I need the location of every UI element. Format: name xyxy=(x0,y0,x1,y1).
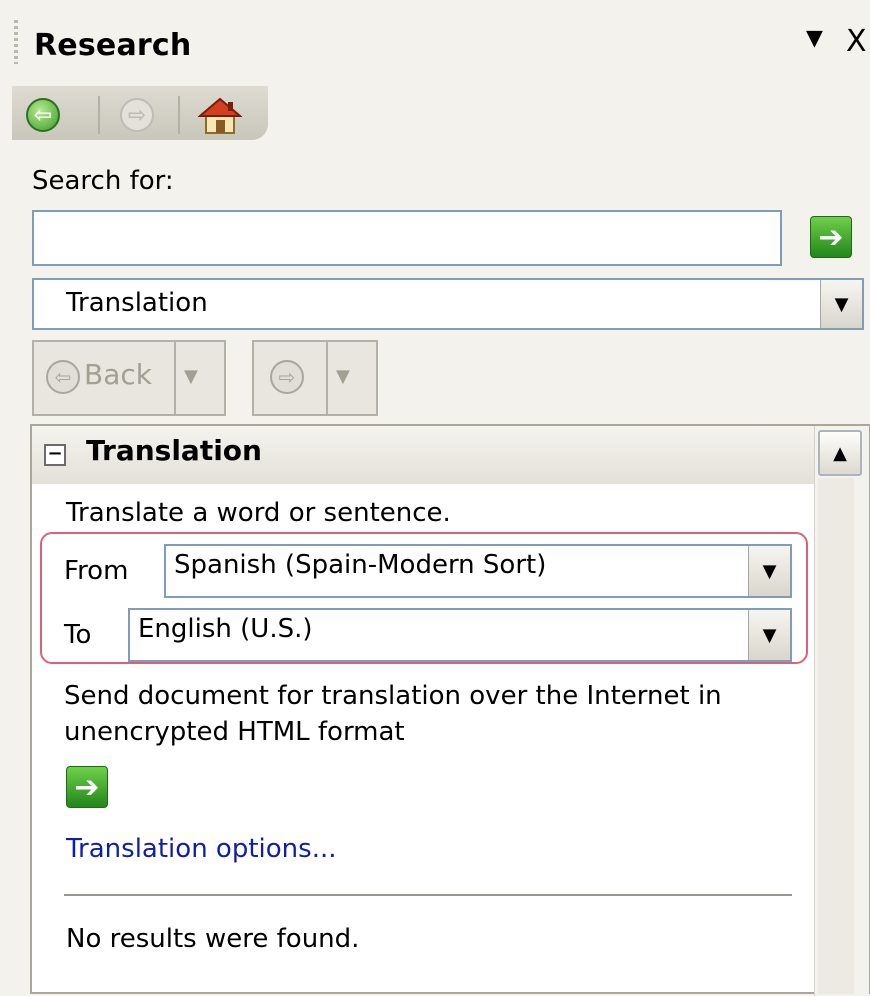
collapse-icon[interactable]: − xyxy=(44,444,66,466)
home-icon[interactable] xyxy=(197,96,243,136)
send-go-button[interactable]: ➔ xyxy=(66,766,108,808)
back-icon: ⇦ xyxy=(46,360,80,394)
button-separator xyxy=(326,342,328,414)
button-separator xyxy=(174,342,176,414)
back-button-label: Back xyxy=(84,358,152,391)
pane-grip[interactable] xyxy=(14,20,18,64)
send-document-text: Send document for translation over the I… xyxy=(64,681,722,747)
no-results-text: No results were found. xyxy=(66,924,360,954)
to-label: To xyxy=(64,620,92,650)
pane-menu-button[interactable]: ▼ xyxy=(806,26,823,51)
from-label: From xyxy=(64,556,129,586)
toolbar-separator xyxy=(98,96,100,134)
back-dropdown-button[interactable]: ▼ xyxy=(184,366,198,387)
search-input[interactable] xyxy=(32,210,782,266)
close-button[interactable]: X xyxy=(846,24,867,59)
source-dropdown-button[interactable]: ▼ xyxy=(820,280,862,328)
to-dropdown-button[interactable]: ▼ xyxy=(748,610,790,660)
toolbar-separator xyxy=(178,96,180,134)
search-label: Search for: xyxy=(32,166,174,196)
translate-description: Translate a word or sentence. xyxy=(66,498,451,528)
nav-forward-icon[interactable]: ⇨ xyxy=(120,98,154,132)
section-title: Translation xyxy=(86,434,262,467)
from-dropdown-button[interactable]: ▼ xyxy=(748,546,790,596)
pane-title: Research xyxy=(34,28,192,63)
scrollbar-track[interactable] xyxy=(818,478,854,994)
search-go-button[interactable]: ➔ xyxy=(810,216,852,258)
nav-back-icon[interactable]: ⇦ xyxy=(26,98,60,132)
divider xyxy=(64,894,792,896)
source-select-value: Translation xyxy=(66,288,208,318)
from-language-value: Spanish (Spain-Modern Sort) xyxy=(174,550,547,580)
forward-icon: ⇨ xyxy=(270,360,304,394)
to-language-value: English (U.S.) xyxy=(138,614,313,644)
scroll-up-button[interactable]: ▲ xyxy=(818,430,862,476)
translation-options-link[interactable]: Translation options... xyxy=(66,834,337,864)
forward-dropdown-button[interactable]: ▼ xyxy=(336,366,350,387)
